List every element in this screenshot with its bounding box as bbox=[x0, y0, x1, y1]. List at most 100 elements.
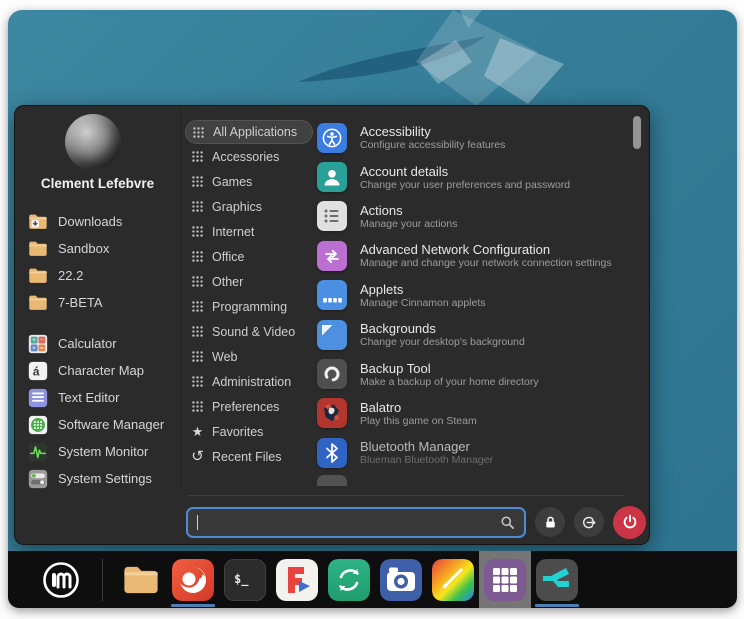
star-icon: ★ bbox=[190, 424, 205, 439]
backup-icon bbox=[317, 359, 347, 389]
power-button[interactable] bbox=[613, 506, 646, 539]
mint-menu-button[interactable] bbox=[38, 557, 84, 603]
text-editor-icon bbox=[27, 387, 49, 409]
taskbar-separator bbox=[102, 559, 103, 601]
grid-dots-icon bbox=[190, 374, 205, 389]
mint-icon bbox=[41, 560, 81, 600]
application-description: Change your desktop's background bbox=[360, 336, 525, 348]
lock-icon bbox=[542, 514, 559, 531]
place-sandbox[interactable]: Sandbox bbox=[15, 235, 180, 262]
running-indicator bbox=[535, 604, 579, 607]
place-22-2[interactable]: 22.2 bbox=[15, 262, 180, 289]
sidebar-app-text-editor[interactable]: Text Editor bbox=[15, 384, 180, 411]
f-logo-icon bbox=[276, 559, 318, 601]
app-actions[interactable]: Actions Manage your actions bbox=[309, 197, 625, 236]
grid-dots-icon bbox=[190, 149, 205, 164]
app-accessibility[interactable]: Accessibility Configure accessibility fe… bbox=[309, 118, 625, 157]
category-accessories[interactable]: Accessories bbox=[185, 144, 313, 169]
sidebar-places: Downloads Sandbox 22.2 7-BETA bbox=[15, 208, 180, 316]
taskbar-terminal-button[interactable]: $_ bbox=[219, 551, 271, 608]
app-applets[interactable]: Applets Manage Cinnamon applets bbox=[309, 276, 625, 315]
category-recent-files[interactable]: ↺ Recent Files bbox=[185, 444, 313, 469]
application-description: Manage Cinnamon applets bbox=[360, 297, 486, 309]
place-7-beta[interactable]: 7-BETA bbox=[15, 289, 180, 316]
sidebar-app-character-map[interactable]: á Character Map bbox=[15, 357, 180, 384]
application-title: Account details bbox=[360, 164, 570, 179]
system-monitor-icon bbox=[27, 441, 49, 463]
desktop: Clement Lefebvre Downloads Sandbox 22.2 … bbox=[8, 10, 737, 608]
terminal-icon: $_ bbox=[224, 559, 266, 601]
category-web[interactable]: Web bbox=[185, 344, 313, 369]
category-programming[interactable]: Programming bbox=[185, 294, 313, 319]
app-account-details[interactable]: Account details Change your user prefere… bbox=[309, 157, 625, 196]
sidebar-app-system-monitor[interactable]: System Monitor bbox=[15, 438, 180, 465]
search-input[interactable] bbox=[200, 515, 500, 530]
sidebar-app-software-manager[interactable]: Software Manager bbox=[15, 411, 180, 438]
category-graphics[interactable]: Graphics bbox=[185, 194, 313, 219]
grid-dots-icon bbox=[191, 125, 206, 140]
category-preferences[interactable]: Preferences bbox=[185, 394, 313, 419]
sidebar-item-label: Character Map bbox=[58, 363, 144, 378]
svg-text:+: + bbox=[32, 337, 36, 344]
taskbar-paint-button[interactable] bbox=[427, 551, 479, 608]
taskbar-firefox-button[interactable] bbox=[167, 551, 219, 608]
category-sound-video[interactable]: Sound & Video bbox=[185, 319, 313, 344]
application-description: Change your user preferences and passwor… bbox=[360, 179, 570, 191]
app-grid-icon bbox=[484, 559, 526, 601]
category-label: Preferences bbox=[212, 400, 279, 414]
place-downloads[interactable]: Downloads bbox=[15, 208, 180, 235]
application-title: Backgrounds bbox=[360, 321, 525, 336]
app-balatro[interactable]: Balatro Play this game on Steam bbox=[309, 394, 625, 433]
user-avatar bbox=[65, 114, 121, 170]
app-backgrounds[interactable]: Backgrounds Change your desktop's backgr… bbox=[309, 315, 625, 354]
sidebar-item-label: 7-BETA bbox=[58, 295, 103, 310]
taskbar-screenshot-button[interactable] bbox=[375, 551, 427, 608]
category-label: Graphics bbox=[212, 200, 262, 214]
application-title: Accessibility bbox=[360, 124, 505, 139]
folder-icon bbox=[27, 238, 49, 260]
category-other[interactable]: Other bbox=[185, 269, 313, 294]
lock-button[interactable] bbox=[535, 507, 565, 537]
svg-text:×: × bbox=[32, 345, 36, 352]
taskbar-warpinator-button[interactable] bbox=[531, 551, 583, 608]
application-title: Bluetooth Manager bbox=[360, 439, 493, 454]
scrollbar-thumb[interactable] bbox=[633, 116, 641, 149]
sidebar-app-system-settings[interactable]: System Settings bbox=[15, 465, 180, 492]
taskbar-f-app-button[interactable] bbox=[271, 551, 323, 608]
category-administration[interactable]: Administration bbox=[185, 369, 313, 394]
category-favorites[interactable]: ★ Favorites bbox=[185, 419, 313, 444]
sync-icon bbox=[328, 559, 370, 601]
main-menu: Clement Lefebvre Downloads Sandbox 22.2 … bbox=[14, 105, 650, 545]
category-list: All Applications Accessories Games Graph… bbox=[185, 120, 313, 469]
app-advanced-network-configuration[interactable]: Advanced Network Configuration Manage an… bbox=[309, 236, 625, 275]
category-office[interactable]: Office bbox=[185, 244, 313, 269]
system-settings-icon bbox=[27, 468, 49, 490]
category-all-applications[interactable]: All Applications bbox=[185, 120, 313, 144]
application-title: Balatro bbox=[360, 400, 477, 415]
applets-icon bbox=[317, 280, 347, 310]
taskbar-sync-tool-button[interactable] bbox=[323, 551, 375, 608]
svg-text:−: − bbox=[40, 337, 44, 344]
category-internet[interactable]: Internet bbox=[185, 219, 313, 244]
menu-sidebar: Clement Lefebvre Downloads Sandbox 22.2 … bbox=[15, 106, 181, 488]
network-icon bbox=[317, 241, 347, 271]
search-box[interactable] bbox=[186, 507, 526, 538]
accessibility-icon bbox=[317, 123, 347, 153]
category-label: Sound & Video bbox=[212, 325, 295, 339]
app-backup-tool[interactable]: Backup Tool Make a backup of your home d… bbox=[309, 354, 625, 393]
category-label: Favorites bbox=[212, 425, 263, 439]
sidebar-item-label: System Settings bbox=[58, 471, 152, 486]
taskbar-file-manager-button[interactable] bbox=[115, 551, 167, 608]
app-bluetooth-manager[interactable]: Bluetooth Manager Blueman Bluetooth Mana… bbox=[309, 433, 625, 472]
actions-icon bbox=[317, 201, 347, 231]
taskbar-app-grid-button[interactable] bbox=[479, 551, 531, 608]
grid-dots-icon bbox=[190, 324, 205, 339]
application-title: Actions bbox=[360, 203, 457, 218]
taskbar: $_ bbox=[8, 551, 737, 608]
menu-bottom-row bbox=[186, 505, 640, 539]
sidebar-app-calculator[interactable]: +−×= Calculator bbox=[15, 330, 180, 357]
category-games[interactable]: Games bbox=[185, 169, 313, 194]
folder-icon bbox=[27, 265, 49, 287]
logout-button[interactable] bbox=[574, 507, 604, 537]
sidebar-item-label: Downloads bbox=[58, 214, 122, 229]
